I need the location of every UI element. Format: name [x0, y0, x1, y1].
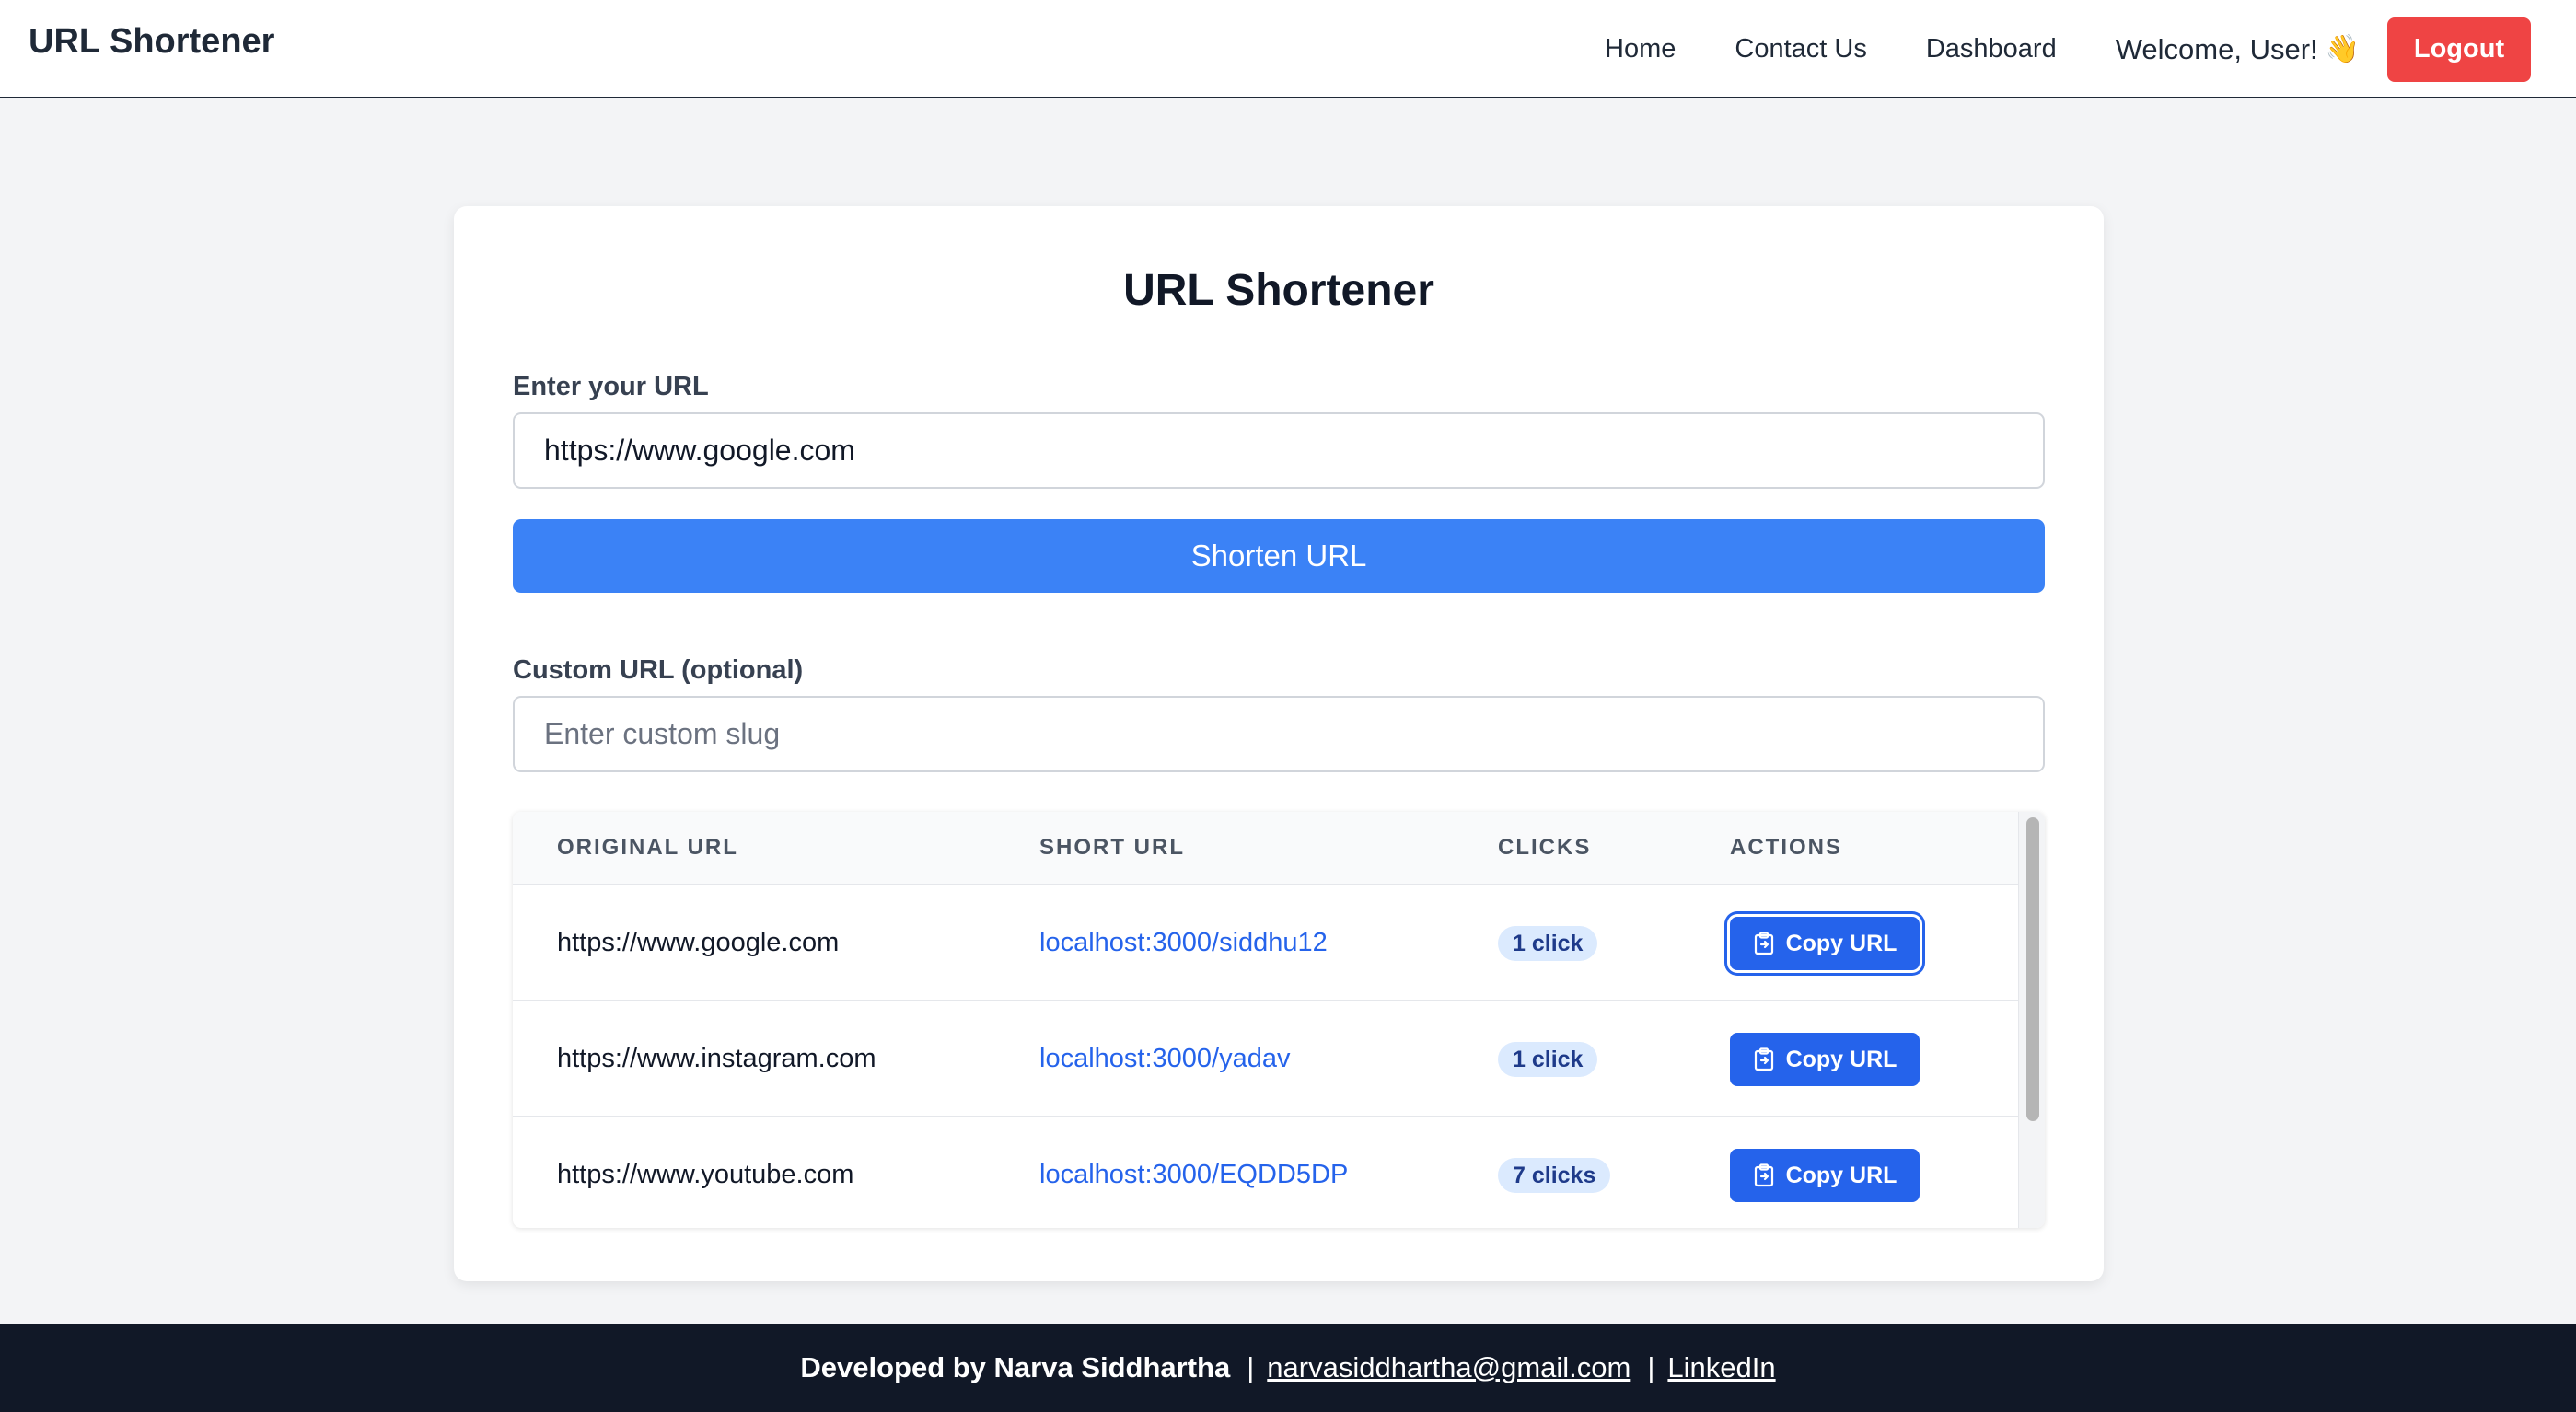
clicks-badge: 1 click	[1498, 926, 1598, 962]
footer: Developed by Narva Siddhartha | narvasid…	[0, 1324, 2576, 1412]
actions-cell: Copy URL	[1730, 885, 1920, 1000]
scrollbar-thumb[interactable]	[2026, 817, 2039, 1121]
nav-home-link[interactable]: Home	[1605, 34, 1676, 64]
clipboard-copy-icon	[1754, 1163, 1773, 1187]
table-scrollbar[interactable]	[2018, 812, 2045, 1228]
header-short-url: SHORT URL	[1039, 835, 1185, 860]
clicks-cell: 7 clicks	[1498, 1117, 1611, 1228]
url-label: Enter your URL	[513, 372, 709, 401]
footer-separator: |	[1247, 1351, 1255, 1383]
nav-dashboard-link[interactable]: Dashboard	[1926, 34, 2057, 64]
welcome-message: Welcome, User! 👋	[2116, 33, 2360, 66]
welcome-text: Welcome, User!	[2115, 32, 2318, 65]
clipboard-copy-icon	[1754, 932, 1773, 955]
clicks-cell: 1 click	[1498, 885, 1598, 1000]
custom-url-label: Custom URL (optional)	[513, 655, 804, 685]
original-url-cell: https://www.instagram.com	[557, 1044, 876, 1073]
copy-url-label: Copy URL	[1785, 1162, 1897, 1188]
developer-credit: Developed by Narva Siddhartha	[800, 1351, 1231, 1383]
linkedin-link[interactable]: LinkedIn	[1667, 1351, 1775, 1384]
nav-links: Home Contact Us Dashboard Welcome, User!…	[1605, 0, 2576, 98]
navbar: URL Shortener Home Contact Us Dashboard …	[0, 0, 2576, 98]
actions-cell: Copy URL	[1730, 1001, 1920, 1116]
urls-table: ORIGINAL URL SHORT URL CLICKS ACTIONS ht…	[513, 812, 2045, 1228]
copy-url-button[interactable]: Copy URL	[1730, 1149, 1920, 1203]
original-url-cell: https://www.youtube.com	[557, 1160, 854, 1189]
header-actions: ACTIONS	[1730, 835, 1842, 860]
footer-separator: |	[1647, 1351, 1655, 1383]
card-title: URL Shortener	[1123, 266, 1434, 315]
actions-cell: Copy URL	[1730, 1117, 1920, 1228]
table-row: https://www.google.com localhost:3000/si…	[513, 885, 2019, 1001]
email-link[interactable]: narvasiddhartha@gmail.com	[1267, 1351, 1630, 1384]
table-row: https://www.instagram.com localhost:3000…	[513, 1001, 2019, 1117]
original-url-cell: https://www.google.com	[557, 928, 840, 957]
url-input[interactable]	[513, 412, 2045, 489]
table-row: https://www.youtube.com localhost:3000/E…	[513, 1117, 2019, 1228]
custom-slug-input[interactable]	[513, 696, 2045, 772]
clicks-badge: 7 clicks	[1498, 1158, 1611, 1194]
copy-url-label: Copy URL	[1785, 930, 1897, 956]
header-clicks: CLICKS	[1498, 835, 1592, 860]
table-header: ORIGINAL URL SHORT URL CLICKS ACTIONS	[513, 812, 2019, 885]
copy-url-button[interactable]: Copy URL	[1730, 1033, 1920, 1087]
nav-contact-link[interactable]: Contact Us	[1735, 34, 1866, 64]
short-url-link[interactable]: localhost:3000/EQDD5DP	[1039, 1117, 1348, 1228]
wave-emoji-icon: 👋	[2325, 34, 2360, 64]
header-original-url: ORIGINAL URL	[557, 835, 738, 860]
clicks-cell: 1 click	[1498, 1001, 1598, 1116]
shortener-card: URL Shortener Enter your URL Shorten URL…	[454, 206, 2104, 1281]
logout-button[interactable]: Logout	[2387, 17, 2531, 82]
short-url-link[interactable]: localhost:3000/yadav	[1039, 1001, 1290, 1116]
copy-url-button[interactable]: Copy URL	[1730, 917, 1920, 971]
brand-title[interactable]: URL Shortener	[29, 18, 274, 64]
copy-url-label: Copy URL	[1785, 1046, 1897, 1072]
short-url-link[interactable]: localhost:3000/siddhu12	[1039, 885, 1328, 1000]
clipboard-copy-icon	[1754, 1047, 1773, 1071]
shorten-url-button[interactable]: Shorten URL	[513, 519, 2045, 593]
clicks-badge: 1 click	[1498, 1042, 1598, 1078]
